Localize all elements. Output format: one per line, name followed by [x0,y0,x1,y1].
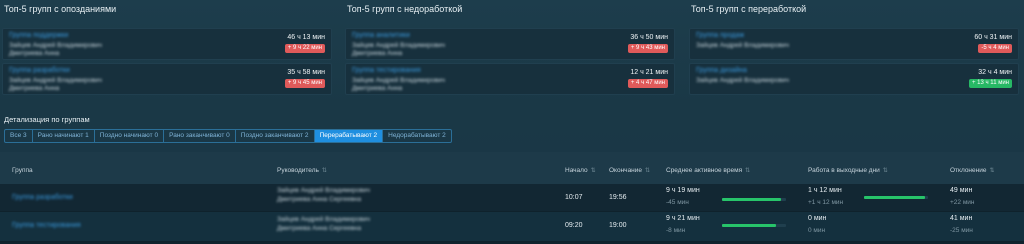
sort-icon: ⇅ [989,168,995,174]
tab-underwork[interactable]: Недорабатывают 2 [383,130,451,142]
row-weekend: 0 мин [808,215,827,222]
row-deviation-delta: -25 мин [950,227,973,234]
overwork-card-1[interactable]: Группа продаж Зайцев Андрей Владимирович… [689,28,1019,60]
row-end: 19:56 [609,194,627,201]
sort-icon: ⇅ [321,168,327,174]
weekend-bar [864,196,925,199]
filter-tabs: Все 3 Рано начинают 1 Поздно начинают 0 … [4,129,452,143]
row-end: 19:00 [609,222,627,229]
card-badge: + 4 ч 47 мин [627,79,668,88]
underwork-card-2[interactable]: Группа тестирования Зайцев Андрей Владим… [345,63,675,95]
card-badge: + 9 ч 22 мин [284,44,325,53]
card-badge: + 9 ч 45 мин [284,79,325,88]
card-badge: + 9 ч 43 мин [627,44,668,53]
tab-late-finish[interactable]: Поздно заканчивают 2 [236,130,315,142]
card-group-link[interactable]: Группа поддержки [9,32,68,39]
avg-bar [722,198,781,201]
card-group-link[interactable]: Группа аналитики [352,32,410,39]
row-group-link[interactable]: Группа разработки [12,194,73,201]
avg-bar [722,224,776,227]
late-card-2[interactable]: Группа разработки Зайцев Андрей Владимир… [2,63,332,95]
sort-icon: ⇅ [590,168,596,174]
card-person: Зайцев Андрей Владимирович [696,77,790,84]
card-person: Зайцев Андрей Владимирович Дмитриева Анна [352,42,446,57]
tab-late-start[interactable]: Поздно начинают 0 [95,130,165,142]
card-person: Зайцев Андрей Владимирович Дмитриева Анна [9,42,103,57]
card-badge: -5 ч 4 мин [978,44,1012,53]
col-group[interactable]: Группа [12,167,33,174]
row-manager: Зайцев Андрей Владимирович Дмитриева Анна… [277,216,371,232]
card-group-link[interactable]: Группа продаж [696,32,744,39]
tab-overwork[interactable]: Перерабатывают 2 [314,130,384,142]
row-deviation: 41 мин [950,215,973,222]
card-time: 12 ч 21 мин [630,69,668,76]
sort-icon: ⇅ [745,168,751,174]
tab-early-finish[interactable]: Рано заканчивают 0 [164,130,236,142]
card-person: Зайцев Андрей Владимирович Дмитриева Анна [352,77,446,92]
col-start[interactable]: Начало ⇅ [565,167,596,174]
overwork-card-2[interactable]: Группа дизайна Зайцев Андрей Владимирови… [689,63,1019,95]
section-title-underwork: Топ-5 групп с недоработкой [347,4,463,14]
row-start: 10:07 [565,194,583,201]
card-group-link[interactable]: Группа дизайна [696,67,747,74]
card-time: 60 ч 31 мин [974,34,1012,41]
underwork-card-1[interactable]: Группа аналитики Зайцев Андрей Владимиро… [345,28,675,60]
row-weekend: 1 ч 12 мин [808,187,842,194]
tab-early-start[interactable]: Рано начинают 1 [33,130,95,142]
card-time: 32 ч 4 мин [978,69,1012,76]
card-person: Зайцев Андрей Владимирович Дмитриева Анна [9,77,103,92]
row-weekend-delta: 0 мин [808,227,826,234]
col-manager[interactable]: Руководитель ⇅ [277,167,327,174]
row-deviation-delta: +22 мин [950,199,975,206]
row-avg: 9 ч 21 мин [666,215,700,222]
section-title-overwork: Топ-5 групп с переработкой [691,4,807,14]
card-time: 46 ч 13 мин [287,34,325,41]
details-label: Детализация по группам [4,115,90,124]
col-avg-time[interactable]: Среднее активное время ⇅ [666,167,750,174]
late-card-1[interactable]: Группа поддержки Зайцев Андрей Владимиро… [2,28,332,60]
card-group-link[interactable]: Группа разработки [9,67,70,74]
row-weekend-delta: +1 ч 12 мин [808,199,844,206]
sort-icon: ⇅ [645,168,651,174]
table-row: Группа тестирования Зайцев Андрей Владим… [0,212,1024,242]
section-title-late: Топ-5 групп с опозданиями [4,4,117,14]
row-avg: 9 ч 19 мин [666,187,700,194]
row-avg-delta: -8 мин [666,227,686,234]
col-end[interactable]: Окончание ⇅ [609,167,650,174]
table-row: Группа разработки Зайцев Андрей Владимир… [0,184,1024,212]
row-start: 09:20 [565,222,583,229]
card-time: 35 ч 58 мин [287,69,325,76]
row-avg-delta: -45 мин [666,199,689,206]
sort-icon: ⇅ [882,168,888,174]
row-deviation: 49 мин [950,187,973,194]
card-time: 36 ч 50 мин [630,34,668,41]
card-group-link[interactable]: Группа тестирования [352,67,421,74]
col-weekend[interactable]: Работа в выходные дни ⇅ [808,167,888,174]
col-deviation[interactable]: Отклонение ⇅ [950,167,995,174]
card-badge: + 13 ч 11 мин [969,79,1012,88]
card-person: Зайцев Андрей Владимирович [696,42,790,49]
row-group-link[interactable]: Группа тестирования [12,222,81,229]
tab-all[interactable]: Все 3 [5,130,33,142]
row-manager: Зайцев Андрей Владимирович Дмитриева Анна… [277,187,371,203]
